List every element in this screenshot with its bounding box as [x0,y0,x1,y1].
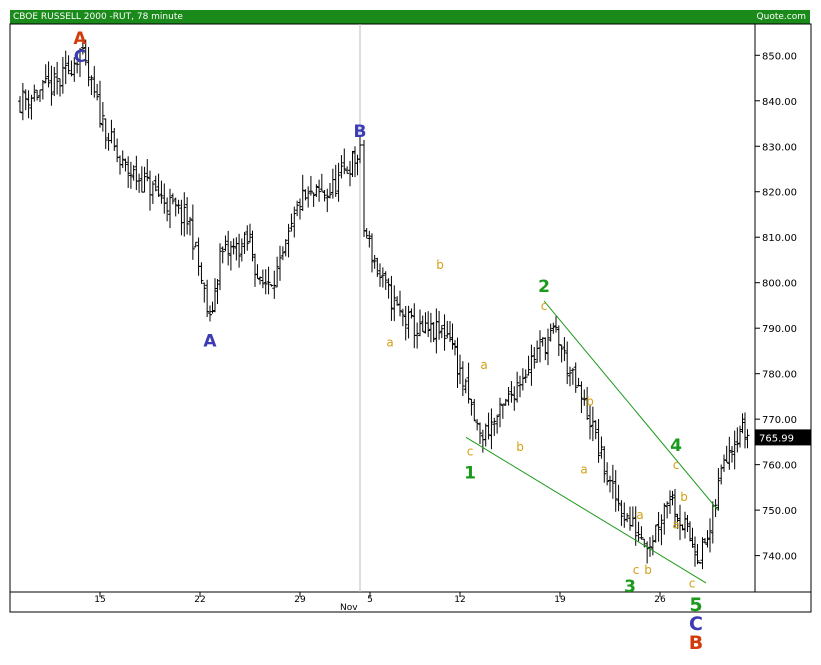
wave-label: B [354,122,367,142]
wave-label: A [203,331,217,351]
y-tick-label: 820.00 [762,188,797,199]
y-tick-label: 810.00 [762,233,797,244]
y-tick-label: 760.00 [762,461,797,472]
wave-label: 4 [670,436,682,456]
wave-label: C [74,47,86,67]
wave-label: c [689,576,696,590]
wave-label: b [586,395,594,409]
x-tick-label: 29 [294,595,306,605]
wave-label: b [436,258,444,272]
wave-label: c [541,299,548,313]
x-tick-sublabel: Nov [340,603,358,613]
x-tick-label: 15 [94,595,105,605]
y-tick-label: 770.00 [762,415,797,426]
price-chart: 740.00 750.00 760.00 770.00 780.00 790.00 800.… [9,23,812,654]
wave-label: A [73,29,87,49]
wave-label: b [516,440,524,454]
y-tick-label: 780.00 [762,370,797,381]
last-price-label: 765.99 [759,433,794,444]
wave-label: b [644,563,652,577]
wave-label: 1 [464,463,476,483]
wave-label: c [633,563,640,577]
y-tick-label: 840.00 [762,97,797,108]
wave-label: B [689,632,703,654]
y-tick-label: 750.00 [762,506,797,517]
wave-label: a [386,335,393,349]
wave-label: a [672,517,679,531]
x-tick-label: 12 [454,595,465,605]
wave-label: b [680,490,688,504]
wave-label: a [636,508,643,522]
x-tick-label: 22 [194,595,205,605]
y-tick-label: 830.00 [762,142,797,153]
x-tick-label: 5 [367,595,373,605]
y-tick-label: 850.00 [762,51,797,62]
wave-label: 2 [538,277,550,297]
plot-area [9,23,756,593]
wave-label: c [673,458,680,472]
x-tick-label: 26 [654,595,666,605]
wave-label: c [467,445,474,459]
wave-label: a [580,463,587,477]
wave-label: a [480,358,487,372]
x-tick-label: 19 [554,595,566,605]
y-tick-label: 790.00 [762,324,797,335]
y-tick-label: 800.00 [762,279,797,290]
y-tick-label: 740.00 [762,552,797,563]
wave-label: 3 [624,577,636,597]
